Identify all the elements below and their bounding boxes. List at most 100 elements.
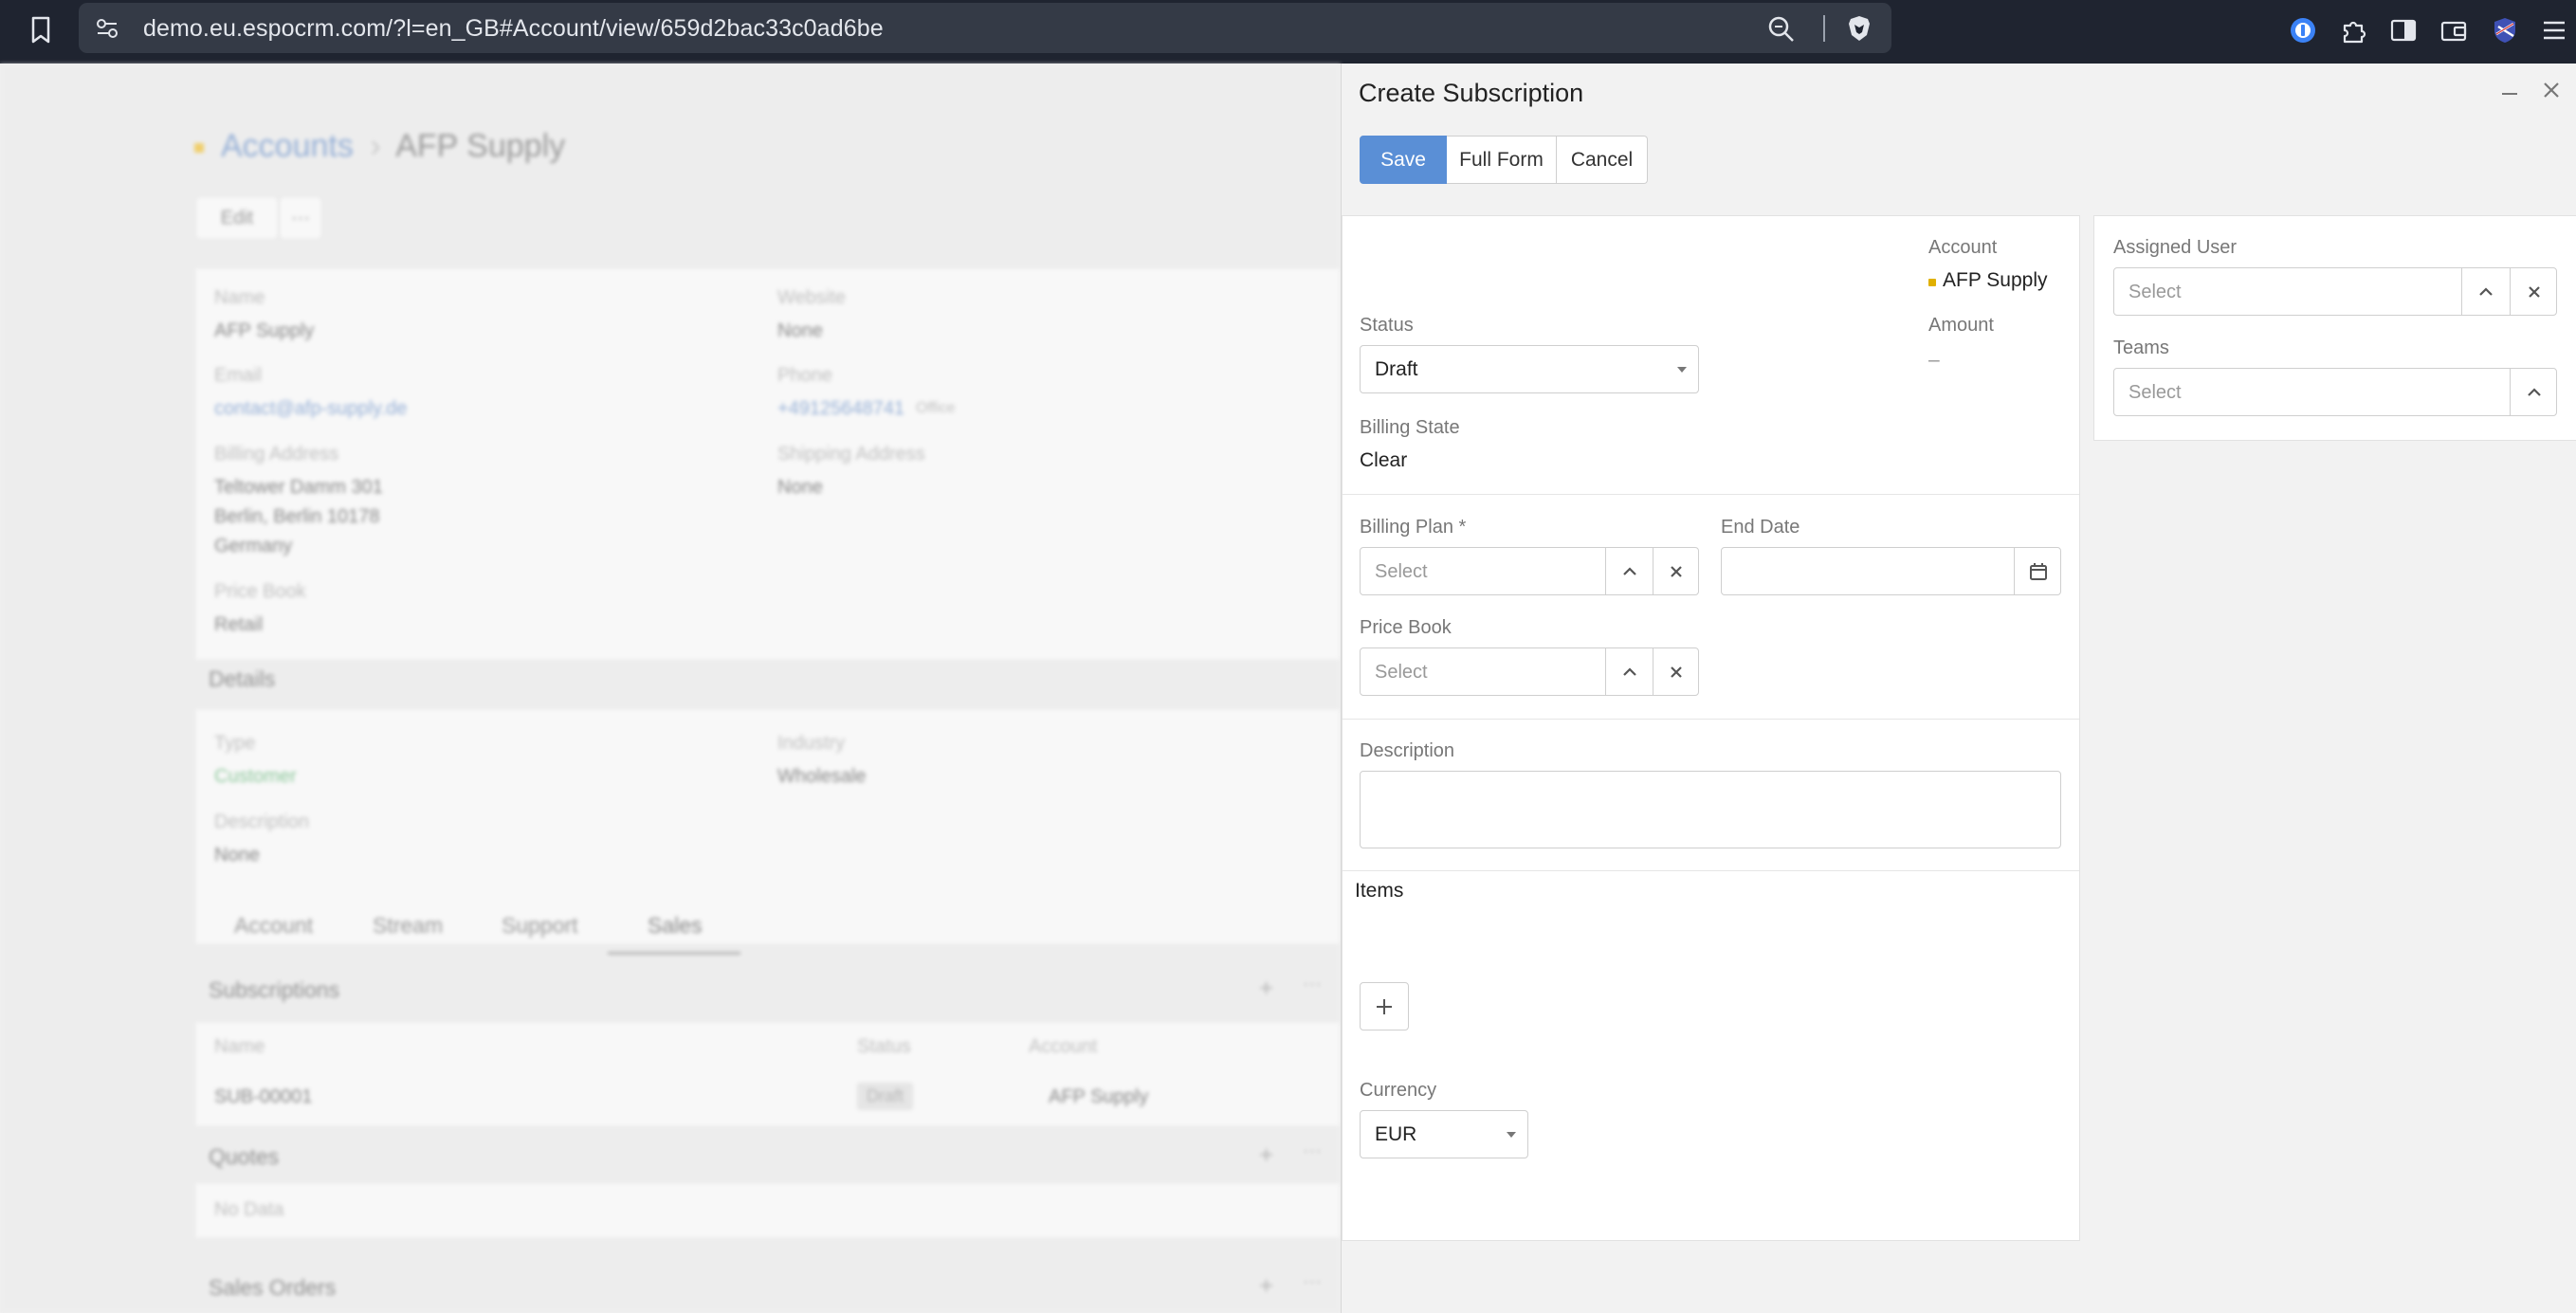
billing-state-label: Billing State bbox=[1360, 417, 1460, 438]
close-icon[interactable] bbox=[2538, 77, 2565, 103]
bookmark-icon[interactable] bbox=[27, 13, 55, 47]
background-account-page: Accounts › AFP Supply Edit ··· Name AFP … bbox=[0, 64, 1341, 1313]
add-sales-order-button[interactable]: + bbox=[1259, 1271, 1273, 1301]
price-book-label: Price Book bbox=[214, 581, 306, 602]
type-value: Customer bbox=[214, 766, 297, 787]
dialog-actions: Save Full Form Cancel bbox=[1360, 136, 1648, 184]
quotes-panel: No Data bbox=[194, 1182, 1341, 1239]
minimize-icon[interactable] bbox=[2496, 79, 2523, 105]
billing-plan-clear-button[interactable] bbox=[1653, 548, 1699, 594]
assigned-user-input[interactable]: Select bbox=[2128, 282, 2182, 303]
more-actions-button[interactable]: ··· bbox=[279, 196, 322, 240]
tab-support[interactable]: Support bbox=[502, 913, 578, 939]
price-book-select-button[interactable] bbox=[1605, 648, 1653, 695]
assigned-user-label: Assigned User bbox=[2113, 237, 2238, 258]
currency-label: Currency bbox=[1360, 1080, 1437, 1101]
description-label: Description bbox=[1360, 740, 1455, 761]
add-quote-button[interactable]: + bbox=[1259, 1140, 1273, 1170]
teams-input[interactable]: Select bbox=[2128, 382, 2182, 404]
sales-orders-heading: Sales Orders bbox=[209, 1275, 337, 1300]
description-label: Description bbox=[214, 812, 310, 832]
details-heading: Details bbox=[209, 666, 276, 691]
side-form-panel: Assigned User Select Teams Select bbox=[2093, 215, 2576, 441]
end-date-field[interactable] bbox=[1721, 547, 2061, 595]
clear-icon bbox=[1671, 565, 1682, 577]
price-book-clear-button[interactable] bbox=[1653, 648, 1699, 695]
teams-label: Teams bbox=[2113, 337, 2169, 358]
billing-plan-label: Billing Plan * bbox=[1360, 517, 1467, 538]
save-button[interactable]: Save bbox=[1360, 136, 1447, 184]
chevron-down-icon bbox=[1677, 367, 1687, 373]
quotes-menu[interactable]: ··· bbox=[1303, 1140, 1322, 1162]
billing-plan-select-button[interactable] bbox=[1605, 548, 1653, 594]
billing-line-2: Berlin, Berlin 10178 bbox=[214, 506, 380, 527]
industry-label: Industry bbox=[777, 733, 846, 754]
wallet-icon[interactable] bbox=[2437, 13, 2471, 47]
calendar-button[interactable] bbox=[2014, 548, 2061, 594]
shipping-address-label: Shipping Address bbox=[777, 444, 925, 465]
dialog-title: Create Subscription bbox=[1359, 79, 1584, 107]
website-label: Website bbox=[777, 287, 846, 308]
teams-field[interactable]: Select bbox=[2113, 368, 2557, 416]
price-book-input[interactable]: Select bbox=[1375, 662, 1428, 684]
email-value[interactable]: contact@afp-supply.de bbox=[214, 398, 407, 420]
overview-panel: Name AFP Supply Website None Email conta… bbox=[194, 267, 1341, 661]
add-item-button[interactable] bbox=[1360, 982, 1409, 1030]
section-divider bbox=[1343, 870, 2079, 871]
billing-plan-field[interactable]: Select bbox=[1360, 547, 1699, 595]
edit-button[interactable]: Edit bbox=[195, 196, 279, 240]
website-value: None bbox=[777, 320, 823, 341]
subscriptions-menu[interactable]: ··· bbox=[1303, 974, 1322, 995]
details-panel: Type Customer Industry Wholesale Descrip… bbox=[194, 708, 1341, 945]
section-divider bbox=[1343, 719, 2079, 720]
site-settings-icon[interactable] bbox=[92, 13, 122, 44]
name-value: AFP Supply bbox=[214, 320, 315, 341]
main-form-panel: Account AFP Supply Status Draft Amount –… bbox=[1342, 215, 2080, 1241]
billing-plan-input[interactable]: Select bbox=[1375, 561, 1428, 583]
teams-select-button[interactable] bbox=[2510, 369, 2557, 415]
hamburger-menu-icon[interactable] bbox=[2537, 13, 2571, 47]
vpn-flag-icon[interactable] bbox=[2488, 13, 2522, 47]
description-textarea[interactable] bbox=[1360, 771, 2061, 848]
col-status: Status bbox=[857, 1036, 911, 1057]
currency-select[interactable]: EUR bbox=[1360, 1110, 1528, 1158]
quotes-heading: Quotes bbox=[209, 1144, 280, 1169]
billing-state-value: Clear bbox=[1360, 449, 1408, 471]
description-value: None bbox=[214, 845, 260, 866]
url-separator bbox=[1823, 15, 1825, 42]
chevron-down-icon bbox=[1507, 1132, 1516, 1138]
type-label: Type bbox=[214, 733, 256, 754]
status-select[interactable]: Draft bbox=[1360, 345, 1699, 393]
price-book-field[interactable]: Select bbox=[1360, 647, 1699, 696]
account-color-dot bbox=[1928, 279, 1936, 286]
phone-value[interactable]: +49125648741 bbox=[777, 398, 904, 420]
puzzle-icon[interactable] bbox=[2337, 13, 2371, 47]
add-subscription-button[interactable]: + bbox=[1259, 974, 1273, 1003]
chevron-up-icon bbox=[1622, 566, 1636, 575]
tab-account[interactable]: Account bbox=[234, 913, 313, 939]
brave-shields-icon[interactable] bbox=[1844, 13, 1874, 44]
assigned-user-select-button[interactable] bbox=[2461, 268, 2510, 315]
url-text[interactable]: demo.eu.espocrm.com/?l=en_GB#Account/vie… bbox=[143, 15, 884, 43]
billing-address-label: Billing Address bbox=[214, 444, 339, 465]
full-form-button[interactable]: Full Form bbox=[1447, 136, 1557, 184]
record-title: AFP Supply bbox=[395, 128, 566, 164]
sales-orders-menu[interactable]: ··· bbox=[1303, 1271, 1322, 1293]
zoom-icon[interactable] bbox=[1766, 14, 1797, 45]
browser-toolbar: demo.eu.espocrm.com/?l=en_GB#Account/vie… bbox=[0, 0, 2576, 64]
breadcrumb-accounts[interactable]: Accounts bbox=[221, 128, 354, 164]
currency-value: EUR bbox=[1375, 1123, 1417, 1145]
phone-label: Phone bbox=[777, 365, 832, 386]
subscription-account[interactable]: AFP Supply bbox=[1049, 1086, 1148, 1108]
tab-stream[interactable]: Stream bbox=[373, 913, 443, 939]
subscription-name[interactable]: SUB-00001 bbox=[214, 1086, 312, 1108]
shipping-address-value: None bbox=[777, 477, 823, 498]
assigned-user-clear-button[interactable] bbox=[2510, 268, 2557, 315]
tab-sales[interactable]: Sales bbox=[648, 913, 703, 939]
assigned-user-field[interactable]: Select bbox=[2113, 267, 2557, 316]
address-bar[interactable]: demo.eu.espocrm.com/?l=en_GB#Account/vie… bbox=[79, 3, 1891, 53]
sidebar-icon[interactable] bbox=[2386, 13, 2421, 47]
account-value[interactable]: AFP Supply bbox=[1943, 269, 2048, 292]
password-manager-icon[interactable] bbox=[2286, 13, 2320, 47]
cancel-button[interactable]: Cancel bbox=[1557, 136, 1648, 184]
